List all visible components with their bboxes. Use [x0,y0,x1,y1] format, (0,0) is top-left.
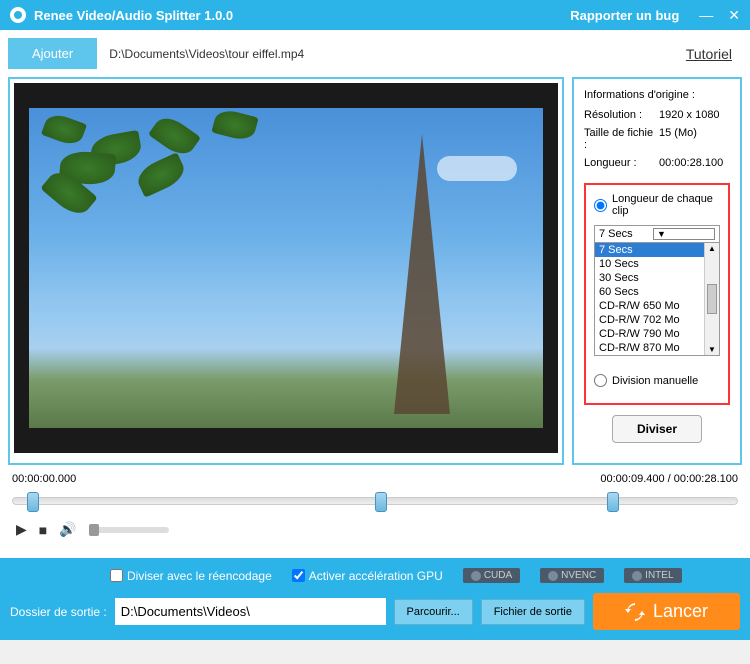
manual-split-label: Division manuelle [612,375,698,387]
nvenc-badge: NVENC [540,568,604,583]
output-label: Dossier de sortie : [10,605,107,619]
refresh-icon [625,602,645,622]
browse-button[interactable]: Parcourir... [394,599,473,625]
play-button[interactable]: ▶ [16,521,27,538]
volume-icon[interactable]: 🔊 [59,521,76,538]
filepath-display: D:\Documents\Videos\tour eiffel.mp4 [109,47,686,61]
dropdown-option[interactable]: 10 Secs [595,257,719,271]
minimize-button[interactable]: — [699,7,713,24]
launch-button[interactable]: Lancer [593,593,740,630]
video-preview[interactable] [29,108,543,428]
output-path-input[interactable] [115,598,386,625]
chevron-down-icon[interactable]: ▼ [653,228,715,240]
dropdown-option[interactable]: CD-R/W 870 Mo [595,341,719,355]
filesize-label: Taille de fichie : [584,127,659,151]
timeline: 00:00:00.000 00:00:09.400 / 00:00:28.100… [8,465,742,550]
dropdown-option[interactable]: 60 Secs [595,285,719,299]
video-frame [14,83,558,453]
scroll-thumb[interactable] [707,284,717,314]
gpu-checkbox[interactable] [292,569,305,582]
app-icon [10,7,26,23]
manual-split-radio[interactable] [594,374,607,387]
info-panel: Informations d'origine : Résolution : 19… [572,77,742,465]
resolution-value: 1920 x 1080 [659,109,730,121]
volume-slider[interactable] [89,527,169,533]
app-title: Renee Video/Audio Splitter 1.0.0 [34,8,570,23]
time-position: 00:00:09.400 / 00:00:28.100 [600,473,738,485]
dropdown-option[interactable]: 30 Secs [595,271,719,285]
divide-button[interactable]: Diviser [612,415,702,443]
length-value: 00:00:28.100 [659,157,730,169]
video-panel [8,77,564,465]
volume-thumb[interactable] [89,524,99,536]
filesize-value: 15 (Mo) [659,127,730,151]
scroll-up-icon[interactable]: ▲ [707,243,717,254]
dropdown-option[interactable]: CD-R/W 650 Mo [595,299,719,313]
dropdown-list: 7 Secs 10 Secs 30 Secs 60 Secs CD-R/W 65… [595,243,719,355]
stop-button[interactable]: ■ [39,522,47,538]
timeline-slider[interactable] [12,497,738,505]
dropdown-option[interactable]: CD-R/W 790 Mo [595,327,719,341]
slider-handle-mid[interactable] [375,492,387,512]
resolution-label: Résolution : [584,109,659,121]
report-bug-link[interactable]: Rapporter un bug [570,8,679,23]
tutorial-link[interactable]: Tutoriel [686,46,732,62]
slider-handle-end[interactable] [607,492,619,512]
dropdown-selected: 7 Secs [599,228,653,240]
reencode-checkbox[interactable] [110,569,123,582]
dropdown-scrollbar[interactable]: ▲ ▼ [704,243,719,355]
slider-handle-start[interactable] [27,492,39,512]
dropdown-option[interactable]: 7 Secs [595,243,719,257]
cuda-badge: CUDA [463,568,520,583]
clip-length-dropdown[interactable]: 7 Secs ▼ 7 Secs 10 Secs 30 Secs 60 Secs … [594,225,720,356]
dropdown-option[interactable]: CD-R/W 702 Mo [595,313,719,327]
close-button[interactable]: ✕ [728,7,740,24]
bottom-bar: Diviser avec le réencodage Activer accél… [0,558,750,640]
split-options-box: Longueur de chaque clip 7 Secs ▼ 7 Secs … [584,183,730,405]
intel-badge: INTEL [624,568,681,583]
output-file-button[interactable]: Fichier de sortie [481,599,585,625]
reencode-checkbox-label[interactable]: Diviser avec le réencodage [110,569,272,583]
gpu-checkbox-label[interactable]: Activer accélération GPU [292,569,443,583]
length-label: Longueur : [584,157,659,169]
add-button[interactable]: Ajouter [8,38,97,69]
scroll-down-icon[interactable]: ▼ [707,344,717,355]
clip-length-radio[interactable] [594,199,607,212]
clip-length-label: Longueur de chaque clip [612,193,720,217]
titlebar: Renee Video/Audio Splitter 1.0.0 Rapport… [0,0,750,30]
time-start: 00:00:00.000 [12,473,76,485]
info-title: Informations d'origine : [584,89,730,101]
